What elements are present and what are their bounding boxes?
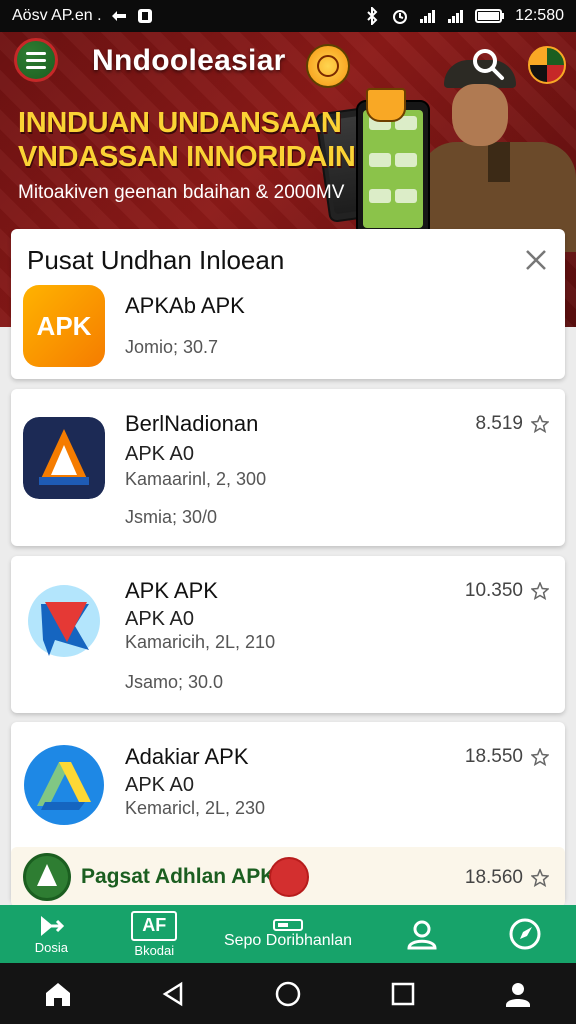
recents-icon [391,982,415,1005]
signal-icon [419,7,437,25]
app-subtitle: APK A0 [125,774,194,796]
signal-icon-2 [447,7,465,25]
app-meta: Kamaricih, 2L, 210 [125,632,276,652]
close-icon [526,250,546,270]
app-rating: 8.519 [475,413,549,435]
list-item[interactable]: APK APK APK A0 Kamaricih, 2L, 210 Jsamo;… [11,556,565,713]
tab-label: Sepo Doribhanlan [223,932,353,949]
rating-value: 10.350 [464,580,523,601]
download-panel: Pusat Undhan Inloean APK APKAb APK Jomio… [11,229,565,379]
red-arrow-chat-icon [23,580,105,662]
back-icon [162,981,183,1006]
panel-title: Pusat Undhan Inloean [27,245,285,275]
star-icon [531,869,549,887]
nav-home-button[interactable] [38,974,78,1014]
tab-profile[interactable] [370,905,473,963]
app-rating: 18.550 [465,746,549,768]
home-icon [45,982,70,1006]
app-size: Jsamo; 30.0 [125,672,224,692]
home-circle-icon [275,981,301,1006]
bottom-tab-bar: Dosia AF Bkodai Sepo Doribhanlan [0,905,576,963]
app-meta: Kamaarinl, 2, 300 [125,469,267,489]
search-button[interactable] [470,46,506,82]
tab-apk[interactable]: AF Bkodai [103,905,206,963]
rating-value: 18.560 [464,867,523,888]
nav-back-button[interactable] [153,974,193,1014]
garuda-emblem-icon [306,44,350,88]
app-name: APK APK [125,578,218,603]
promo-rating: 18.560 [465,867,549,889]
apk-tab-icon: AF [131,910,178,941]
menu-button[interactable] [14,38,58,82]
promo-label: Pagsat Adhlan APK [81,865,276,888]
notification-icon [136,7,154,25]
rating-value: 18.550 [464,746,523,767]
tab-label: Bkodai [134,942,175,958]
hero-subtitle: Mitoakiven geenan bdaihan & 2000MV [18,182,345,203]
compass-icon [509,918,541,950]
star-icon [531,748,549,766]
rating-value: 8.519 [475,413,523,434]
app-name[interactable]: APKAb APK [125,293,245,319]
carrier-text: Aösv AP.en . [12,7,102,24]
tab-explore[interactable] [473,905,576,963]
hero-headline-line2: VNDASSAN INNORIDAIN [18,141,356,173]
app-subtitle: APK A0 [125,443,194,465]
app-title: Nndooleasiar [92,44,286,77]
tab-download-center[interactable]: Sepo Doribhanlan [206,905,371,963]
app-meta: Kemaricl, 2L, 230 [125,798,266,818]
system-nav-bar [0,963,576,1024]
app-size: Jomio; 30.7 [125,337,219,357]
star-icon [531,415,549,433]
account-icon [506,982,531,1007]
tab-label: Dosia [34,939,69,955]
user-icon [407,920,437,950]
search-icon [473,49,504,80]
tab-home[interactable]: Dosia [0,905,103,963]
clock-time: 12:580 [515,7,564,24]
list-item[interactable]: BerlNadionan APK A0 Kamaarinl, 2, 300 Js… [11,389,565,546]
status-bar: Aösv AP.en . 12:580 [0,0,576,32]
promo-logo-icon [23,853,71,901]
triangle-shield-icon [23,417,105,499]
data-sync-icon [110,7,128,25]
blue-triangle-icon [23,744,105,826]
hero-headline: INNDUAN UNDANSAAN VNDASSAN INNORIDAIN [18,106,356,174]
apk-app-icon[interactable]: APK [23,285,105,367]
battery-icon [475,7,505,25]
app-name: Adakiar APK [125,744,249,769]
shield-badge-icon [366,88,406,122]
app-name: BerlNadionan [125,411,259,436]
nav-account-button[interactable] [498,974,538,1014]
hero-headline-line1: INNDUAN UNDANSAAN [18,107,342,139]
app-subtitle: APK A0 [125,608,194,630]
star-icon [531,582,549,600]
nav-recents-button[interactable] [383,974,423,1014]
play-forward-icon [41,915,65,936]
nav-home-circle-button[interactable] [268,974,308,1014]
alarm-icon [391,7,409,25]
promo-banner[interactable]: Pagsat Adhlan APK 18.560 [11,847,565,907]
bluetooth-icon [363,7,381,25]
promo-badge-icon [269,857,309,897]
download-list-icon [273,919,303,931]
flag-emblem-icon [528,46,566,84]
close-button[interactable] [523,247,549,273]
app-rating: 10.350 [465,580,549,602]
app-size: Jsmia; 30/0 [125,507,218,527]
